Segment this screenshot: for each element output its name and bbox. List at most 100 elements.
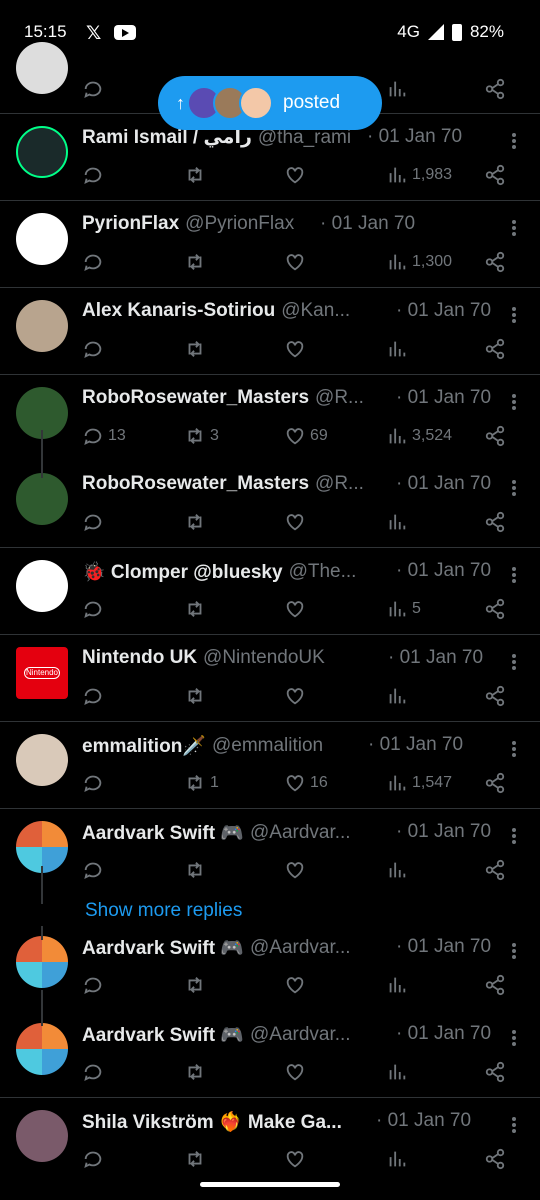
share-button[interactable] [484, 76, 506, 102]
share-button[interactable] [484, 1059, 506, 1085]
new-posts-pill[interactable]: ↑ posted [158, 76, 382, 130]
reply-button[interactable] [82, 336, 108, 362]
views-button[interactable] [386, 509, 412, 535]
more-options-icon[interactable] [512, 392, 516, 412]
views-button[interactable]: 1,547 [386, 770, 452, 796]
avatar[interactable] [16, 126, 68, 178]
retweet-button[interactable] [184, 1059, 210, 1085]
share-button[interactable] [484, 770, 506, 796]
views-button[interactable]: 5 [386, 596, 421, 622]
reply-button[interactable] [82, 857, 108, 883]
reply-button[interactable] [82, 683, 108, 709]
display-name[interactable]: Aardvark Swift 🎮 [82, 1023, 244, 1047]
avatar[interactable] [16, 936, 68, 988]
retweet-button[interactable]: 1 [184, 770, 219, 796]
display-name[interactable]: Shila Vikström ❤️‍🔥 Make Ga... [82, 1110, 342, 1134]
more-options-icon[interactable] [512, 218, 516, 238]
share-button[interactable] [484, 596, 506, 622]
retweet-button[interactable] [184, 509, 210, 535]
share-button[interactable] [484, 857, 506, 883]
views-button[interactable]: 3,524 [386, 423, 452, 449]
reply-button[interactable] [82, 249, 108, 275]
display-name[interactable]: Nintendo UK [82, 647, 197, 669]
like-button[interactable] [284, 857, 310, 883]
views-button[interactable] [386, 1146, 412, 1172]
like-button[interactable] [284, 162, 310, 188]
like-button[interactable] [284, 596, 310, 622]
tweet-row[interactable]: emmalition🗡️ @emmalition · 01 Jan 70 1 1… [0, 722, 540, 809]
share-button[interactable] [484, 683, 506, 709]
display-name[interactable]: PyrionFlax [82, 213, 179, 235]
avatar[interactable]: Nintendo [16, 647, 68, 699]
views-button[interactable]: 1,300 [386, 249, 452, 275]
retweet-button[interactable] [184, 683, 210, 709]
like-button[interactable]: 69 [284, 423, 328, 449]
reply-button[interactable] [82, 509, 108, 535]
like-button[interactable] [284, 336, 310, 362]
tweet-row[interactable]: Alex Kanaris-Sotiriou @Kan... · 01 Jan 7… [0, 288, 540, 375]
share-button[interactable] [484, 509, 506, 535]
retweet-button[interactable] [184, 162, 210, 188]
tweet-row[interactable]: Aardvark Swift 🎮 @Aardvar... · 01 Jan 70 [0, 924, 540, 1011]
tweet-row[interactable]: RoboRosewater_Masters @R... · 01 Jan 70 [0, 461, 540, 548]
more-options-icon[interactable] [512, 826, 516, 846]
avatar[interactable] [16, 300, 68, 352]
tweet-row[interactable]: Aardvark Swift 🎮 @Aardvar... · 01 Jan 70 [0, 809, 540, 924]
display-name[interactable]: RoboRosewater_Masters [82, 473, 309, 495]
like-button[interactable] [284, 1146, 310, 1172]
avatar[interactable] [16, 1110, 68, 1162]
reply-button[interactable] [82, 1146, 108, 1172]
avatar[interactable] [16, 213, 68, 265]
views-button[interactable] [386, 972, 412, 998]
reply-button[interactable] [82, 162, 108, 188]
like-button[interactable]: 16 [284, 770, 328, 796]
avatar[interactable] [16, 1023, 68, 1075]
more-options-icon[interactable] [512, 478, 516, 498]
share-button[interactable] [484, 336, 506, 362]
reply-button[interactable] [82, 972, 108, 998]
avatar[interactable] [16, 734, 68, 786]
tweet-row[interactable]: Aardvark Swift 🎮 @Aardvar... · 01 Jan 70 [0, 1011, 540, 1098]
reply-button[interactable] [82, 596, 108, 622]
reply-button[interactable] [82, 770, 108, 796]
share-button[interactable] [484, 423, 506, 449]
display-name[interactable]: Alex Kanaris-Sotiriou [82, 300, 275, 322]
retweet-button[interactable] [184, 972, 210, 998]
like-button[interactable] [284, 972, 310, 998]
views-button[interactable]: 1,983 [386, 162, 452, 188]
display-name[interactable]: Aardvark Swift 🎮 [82, 821, 244, 845]
show-more-replies-link[interactable]: Show more replies [85, 900, 242, 922]
more-options-icon[interactable] [512, 739, 516, 759]
like-button[interactable] [284, 249, 310, 275]
share-button[interactable] [484, 162, 506, 188]
share-button[interactable] [484, 972, 506, 998]
views-button[interactable] [386, 76, 408, 102]
more-options-icon[interactable] [512, 1115, 516, 1135]
display-name[interactable]: 🐞 Clomper @bluesky [82, 560, 283, 584]
share-button[interactable] [484, 249, 506, 275]
more-options-icon[interactable] [512, 1028, 516, 1048]
like-button[interactable] [284, 683, 310, 709]
display-name[interactable]: emmalition🗡️ [82, 734, 206, 758]
avatar[interactable] [16, 560, 68, 612]
reply-button[interactable]: 13 [82, 423, 126, 449]
more-options-icon[interactable] [512, 305, 516, 325]
reply-button[interactable] [82, 1059, 108, 1085]
retweet-button[interactable] [184, 857, 210, 883]
views-button[interactable] [386, 857, 412, 883]
tweet-row[interactable]: 🐞 Clomper @bluesky @The... · 01 Jan 70 5 [0, 548, 540, 635]
views-button[interactable] [386, 1059, 412, 1085]
retweet-button[interactable]: 3 [184, 423, 219, 449]
tweet-row[interactable]: Nintendo Nintendo UK @NintendoUK · 01 Ja… [0, 635, 540, 722]
display-name[interactable]: RoboRosewater_Masters [82, 387, 309, 409]
more-options-icon[interactable] [512, 652, 516, 672]
like-button[interactable] [284, 1059, 310, 1085]
retweet-button[interactable] [184, 249, 210, 275]
retweet-button[interactable] [184, 336, 210, 362]
more-options-icon[interactable] [512, 565, 516, 585]
views-button[interactable] [386, 683, 412, 709]
tweet-row[interactable]: PyrionFlax @PyrionFlax · 01 Jan 70 1,300 [0, 201, 540, 288]
retweet-button[interactable] [184, 596, 210, 622]
display-name[interactable]: Aardvark Swift 🎮 [82, 936, 244, 960]
views-button[interactable] [386, 336, 412, 362]
